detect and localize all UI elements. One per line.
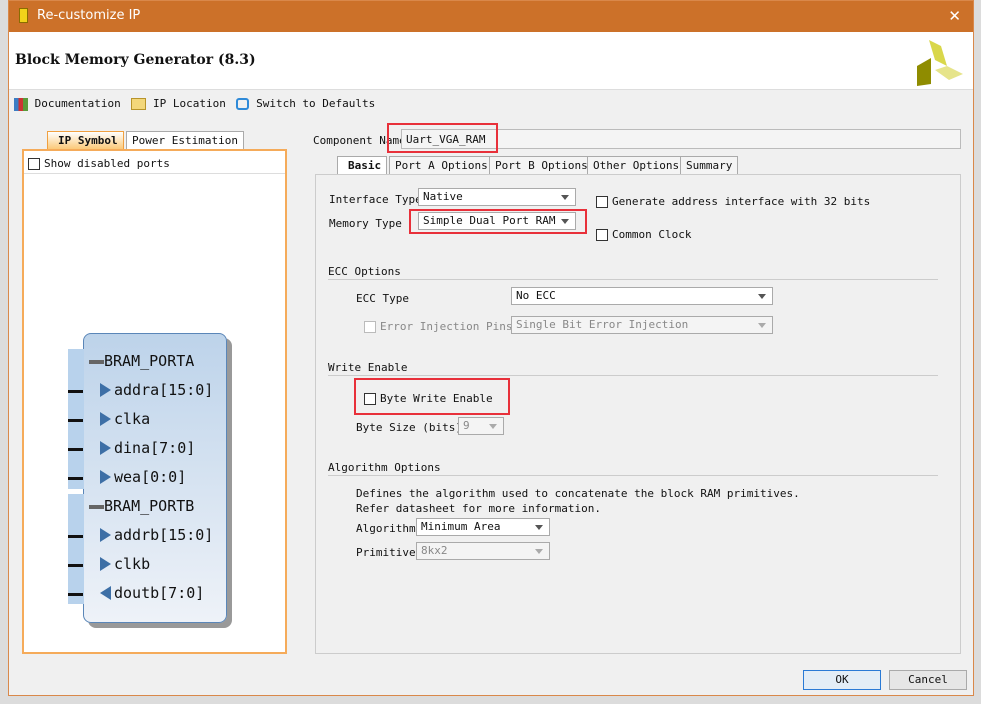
- documentation-link[interactable]: Documentation: [14, 97, 121, 111]
- primitive-label: Primitive: [356, 546, 416, 559]
- algorithm-description: Defines the algorithm used to concatenat…: [356, 487, 800, 500]
- ok-button[interactable]: OK: [803, 670, 881, 690]
- common-clock-checkbox[interactable]: Common Clock: [596, 228, 691, 241]
- port-doutb: doutb[7:0]: [68, 584, 204, 602]
- porta-label: BRAM_PORTA: [89, 352, 194, 370]
- ip-icon: [19, 8, 28, 23]
- toolbar: Documentation IP Location Switch to Defa…: [14, 97, 375, 113]
- port-clkb: clkb: [68, 555, 150, 573]
- ecc-type-select[interactable]: No ECC: [511, 287, 773, 305]
- port-addra: addra[15:0]: [68, 381, 213, 399]
- interface-type-label: Interface Type: [329, 193, 422, 206]
- generate-32bit-checkbox[interactable]: Generate address interface with 32 bits: [596, 195, 870, 208]
- ecc-type-label: ECC Type: [356, 292, 409, 305]
- ip-symbol-panel: Show disabled ports BRAM_PORTA addra[15:…: [22, 149, 287, 654]
- close-icon[interactable]: ✕: [948, 7, 961, 25]
- refresh-icon: [236, 98, 250, 110]
- byte-size-label: Byte Size (bits): [356, 421, 462, 434]
- tab-port-a-options[interactable]: Port A Options: [389, 156, 494, 174]
- books-icon: [14, 97, 28, 111]
- port-wea: wea[0:0]: [68, 468, 186, 486]
- page-title: Block Memory Generator (8.3): [15, 52, 256, 68]
- tab-other-options[interactable]: Other Options: [587, 156, 686, 174]
- port-addrb: addrb[15:0]: [68, 526, 213, 544]
- error-injection-checkbox: Error Injection Pins: [364, 320, 512, 333]
- header: Block Memory Generator (8.3): [9, 32, 973, 90]
- window-title: Re-customize IP: [37, 8, 141, 23]
- bram-symbol: BRAM_PORTA addra[15:0] clka dina[7:0] we…: [68, 333, 227, 623]
- recustomize-ip-dialog: Re-customize IP ✕ Block Memory Generator…: [8, 0, 974, 696]
- documentation-label: Documentation: [34, 97, 121, 110]
- show-disabled-ports-checkbox[interactable]: Show disabled ports: [28, 157, 170, 170]
- algorithm-label: Algorithm: [356, 522, 416, 535]
- ip-location-label: IP Location: [152, 97, 226, 110]
- primitive-select: 8kx2: [416, 542, 550, 560]
- ecc-options-heading: ECC Options: [328, 265, 938, 280]
- basic-tab-panel: Interface Type Native Memory Type Simple…: [315, 174, 961, 654]
- portb-bus: [68, 494, 84, 604]
- interface-type-select[interactable]: Native: [418, 188, 576, 206]
- xilinx-logo-icon: [917, 40, 963, 86]
- port-clka: clka: [68, 410, 150, 428]
- switch-defaults-label: Switch to Defaults: [256, 97, 376, 110]
- tab-basic[interactable]: Basic: [337, 156, 388, 174]
- algorithm-select[interactable]: Minimum Area: [416, 518, 550, 536]
- cancel-button[interactable]: Cancel: [889, 670, 967, 690]
- tab-power-estimation[interactable]: Power Estimation: [126, 131, 244, 149]
- portb-label: BRAM_PORTB: [89, 497, 194, 515]
- error-injection-select: Single Bit Error Injection: [511, 316, 773, 334]
- memory-type-label: Memory Type: [329, 217, 402, 230]
- byte-size-select: 9: [458, 417, 504, 435]
- tab-port-b-options[interactable]: Port B Options: [489, 156, 594, 174]
- title-bar: Re-customize IP ✕: [9, 1, 973, 32]
- algorithm-options-heading: Algorithm Options: [328, 461, 938, 476]
- algorithm-description-2: Refer datasheet for more information.: [356, 502, 602, 515]
- tab-ip-symbol[interactable]: IP Symbol: [47, 131, 124, 149]
- ip-location-link[interactable]: IP Location: [131, 97, 226, 110]
- tab-summary[interactable]: Summary: [680, 156, 739, 174]
- write-enable-heading: Write Enable: [328, 361, 938, 376]
- switch-defaults-link[interactable]: Switch to Defaults: [236, 97, 375, 110]
- folder-icon: [131, 98, 147, 110]
- port-dina: dina[7:0]: [68, 439, 195, 457]
